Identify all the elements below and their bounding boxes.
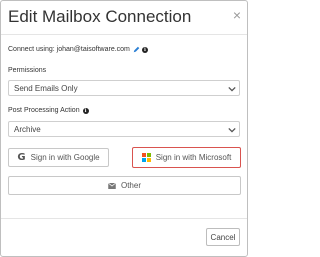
google-icon: G: [17, 152, 26, 163]
dialog-header: Edit Mailbox Connection ×: [1, 1, 247, 35]
post-processing-select[interactable]: Archive: [8, 121, 240, 137]
other-label: Other: [120, 181, 141, 190]
pencil-icon[interactable]: [133, 46, 140, 53]
sign-in-google-button[interactable]: G Sign in with Google: [8, 148, 109, 167]
sign-in-microsoft-button[interactable]: Sign in with Microsoft: [132, 147, 241, 168]
info-icon: i: [141, 46, 148, 53]
cancel-button[interactable]: Cancel: [206, 228, 240, 246]
chevron-down-icon: [228, 86, 236, 92]
connect-using-text: Connect using: johan@taisoftware.com: [8, 46, 130, 53]
close-icon[interactable]: ×: [233, 8, 241, 22]
chevron-down-icon: [228, 127, 236, 133]
info-icon: i: [82, 107, 89, 114]
connect-using-row: Connect using: johan@taisoftware.com i: [8, 46, 148, 53]
dialog-title: Edit Mailbox Connection: [8, 7, 192, 26]
sign-in-google-label: Sign in with Google: [30, 153, 100, 162]
post-processing-selected-value: Archive: [14, 125, 41, 134]
footer-divider: [1, 218, 247, 219]
permissions-select[interactable]: Send Emails Only: [8, 80, 240, 96]
post-processing-label-row: Post Processing Action i: [8, 107, 89, 114]
microsoft-icon: [141, 153, 151, 162]
other-button[interactable]: Other: [8, 176, 241, 195]
envelope-icon: [108, 182, 116, 189]
permissions-label-row: Permissions: [8, 67, 46, 74]
permissions-label: Permissions: [8, 67, 47, 74]
permissions-selected-value: Send Emails Only: [14, 84, 78, 93]
sign-in-microsoft-label: Sign in with Microsoft: [155, 153, 232, 162]
post-processing-label: Post Processing Action: [8, 107, 80, 114]
edit-mailbox-dialog: Edit Mailbox Connection × Connect using:…: [0, 0, 248, 257]
